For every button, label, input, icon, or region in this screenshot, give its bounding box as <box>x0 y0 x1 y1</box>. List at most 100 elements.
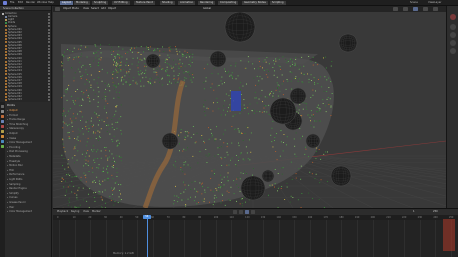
visibility-eye-icon[interactable] <box>48 47 50 50</box>
select-menu[interactable]: Select <box>91 7 99 10</box>
editor-type-icon[interactable] <box>55 7 60 11</box>
visibility-eye-icon[interactable] <box>48 73 50 76</box>
marker-menu[interactable]: Marker <box>92 210 101 213</box>
add-menu[interactable]: Add <box>101 7 106 10</box>
visibility-eye-icon[interactable] <box>48 44 50 47</box>
visibility-eye-icon[interactable] <box>48 89 50 92</box>
visibility-eye-icon[interactable] <box>48 34 50 37</box>
modifier-tab-icon[interactable] <box>1 140 4 143</box>
visibility-eye-icon[interactable] <box>48 82 50 85</box>
mode-dropdown[interactable]: Object Mode <box>63 7 79 10</box>
properties-section-header[interactable]: ▸Freestyle <box>7 160 20 163</box>
properties-section-header[interactable]: ▸Frame Range <box>7 118 25 121</box>
properties-section-header[interactable]: ▸Simplify <box>7 192 19 195</box>
frame-start-field[interactable]: 1 <box>413 210 415 213</box>
menu-render[interactable]: Render <box>26 1 35 4</box>
scene-selector[interactable]: Scene <box>410 1 418 4</box>
visibility-eye-icon[interactable] <box>48 38 50 41</box>
overlay-icon[interactable] <box>393 7 398 11</box>
properties-section-header[interactable]: ▸Performance <box>7 173 24 176</box>
tab-geometry-nodes[interactable]: Geometry Nodes <box>242 1 268 5</box>
tab-sculpting[interactable]: Sculpting <box>92 1 109 5</box>
tab-animation[interactable]: Animation <box>178 1 196 5</box>
axis-gizmo-icon[interactable] <box>450 14 456 20</box>
visibility-eye-icon[interactable] <box>48 31 50 34</box>
visibility-eye-icon[interactable] <box>48 60 50 63</box>
visibility-eye-icon[interactable] <box>48 79 50 82</box>
tab-layout[interactable]: Layout <box>60 1 73 5</box>
visibility-eye-icon[interactable] <box>48 92 50 95</box>
render-tab-icon[interactable] <box>1 110 4 113</box>
visibility-eye-icon[interactable] <box>48 86 50 89</box>
playback-menu[interactable]: Playback <box>57 210 68 213</box>
world-tab-icon[interactable] <box>1 130 4 133</box>
jump-end-icon[interactable] <box>251 210 255 214</box>
jump-start-icon[interactable] <box>233 210 237 214</box>
properties-section-header[interactable]: ▸Output <box>7 132 18 135</box>
menu-edit[interactable]: Edit <box>18 1 23 4</box>
scene-tab-icon[interactable] <box>1 125 4 128</box>
view-layer-selector[interactable]: ViewLayer <box>428 1 441 4</box>
menu-window[interactable]: Window <box>37 1 47 4</box>
visibility-eye-icon[interactable] <box>48 25 50 28</box>
3d-viewport[interactable]: Object Mode View Select Add Object Globa… <box>53 6 446 208</box>
tab-modeling[interactable]: Modeling <box>74 1 90 5</box>
menu-file[interactable]: File <box>10 1 14 4</box>
visibility-eye-icon[interactable] <box>48 70 50 73</box>
menu-help[interactable]: Help <box>48 1 54 4</box>
properties-section-header[interactable]: ▸Render Engine <box>7 187 27 190</box>
properties-section-header[interactable]: ▸Encoding <box>7 146 20 149</box>
visibility-eye-icon[interactable] <box>48 57 50 60</box>
properties-section-header[interactable]: ▸Light Paths <box>7 178 22 181</box>
properties-section-header[interactable]: ▸Grease Pencil <box>7 201 25 204</box>
camera-view-icon[interactable] <box>450 40 456 46</box>
play-icon[interactable] <box>245 210 249 214</box>
xray-icon[interactable] <box>403 7 408 11</box>
properties-section-header[interactable]: ▸Sampling <box>7 183 20 186</box>
visibility-eye-icon[interactable] <box>48 22 50 25</box>
properties-section-header[interactable]: ▸Film <box>7 169 14 172</box>
properties-section-header[interactable]: ▸Views <box>7 137 16 140</box>
visibility-eye-icon[interactable] <box>48 98 50 101</box>
visibility-eye-icon[interactable] <box>48 18 50 21</box>
visibility-eye-icon[interactable] <box>48 50 50 53</box>
properties-section-header[interactable]: ▸Time Stretching <box>7 123 28 126</box>
visibility-eye-icon[interactable] <box>48 15 50 18</box>
view-layer-tab-icon[interactable] <box>1 120 4 123</box>
rendered-shading-icon[interactable] <box>433 7 438 11</box>
properties-section-header[interactable]: ▸Metadata <box>7 155 21 158</box>
tab-rendering[interactable]: Rendering <box>198 1 216 5</box>
object-menu[interactable]: Object <box>108 7 116 10</box>
tab-scripting[interactable]: Scripting <box>270 1 286 5</box>
view-menu[interactable]: View <box>83 7 89 10</box>
visibility-eye-icon[interactable] <box>48 28 50 31</box>
properties-section-header[interactable]: ▸Format <box>7 114 18 117</box>
properties-section-header[interactable]: ▸Curves <box>7 196 18 199</box>
data-tab-icon[interactable] <box>1 145 4 148</box>
solid-shading-icon[interactable] <box>413 7 418 11</box>
current-frame-indicator[interactable]: 56 <box>142 215 151 219</box>
output-tab-icon[interactable] <box>1 115 4 118</box>
visibility-eye-icon[interactable] <box>48 54 50 57</box>
properties-section-header[interactable]: ▸Motion Blur <box>7 164 23 167</box>
visibility-eye-icon[interactable] <box>48 12 50 15</box>
keying-menu[interactable]: Keying <box>71 210 79 213</box>
app-logo-icon[interactable] <box>3 1 7 5</box>
tab-compositing[interactable]: Compositing <box>218 1 239 5</box>
visibility-eye-icon[interactable] <box>48 63 50 66</box>
timeline-view-menu[interactable]: View <box>83 210 89 213</box>
zoom-icon[interactable] <box>450 24 456 30</box>
object-tab-icon[interactable] <box>1 135 4 138</box>
visibility-eye-icon[interactable] <box>48 41 50 44</box>
frame-end-field[interactable]: 250 <box>433 210 438 213</box>
properties-section-header[interactable]: ▸Post Processing <box>7 150 28 153</box>
visibility-eye-icon[interactable] <box>48 66 50 69</box>
tab-shading[interactable]: Shading <box>160 1 175 5</box>
properties-section-header[interactable]: ▸Stereoscopy <box>7 127 24 130</box>
material-shading-icon[interactable] <box>423 7 428 11</box>
visibility-eye-icon[interactable] <box>48 76 50 79</box>
ortho-grid-icon[interactable] <box>450 48 456 54</box>
playhead[interactable] <box>146 215 148 257</box>
timeline-ruler[interactable] <box>53 215 458 220</box>
tab-uv-editing[interactable]: UV Editing <box>112 1 130 5</box>
